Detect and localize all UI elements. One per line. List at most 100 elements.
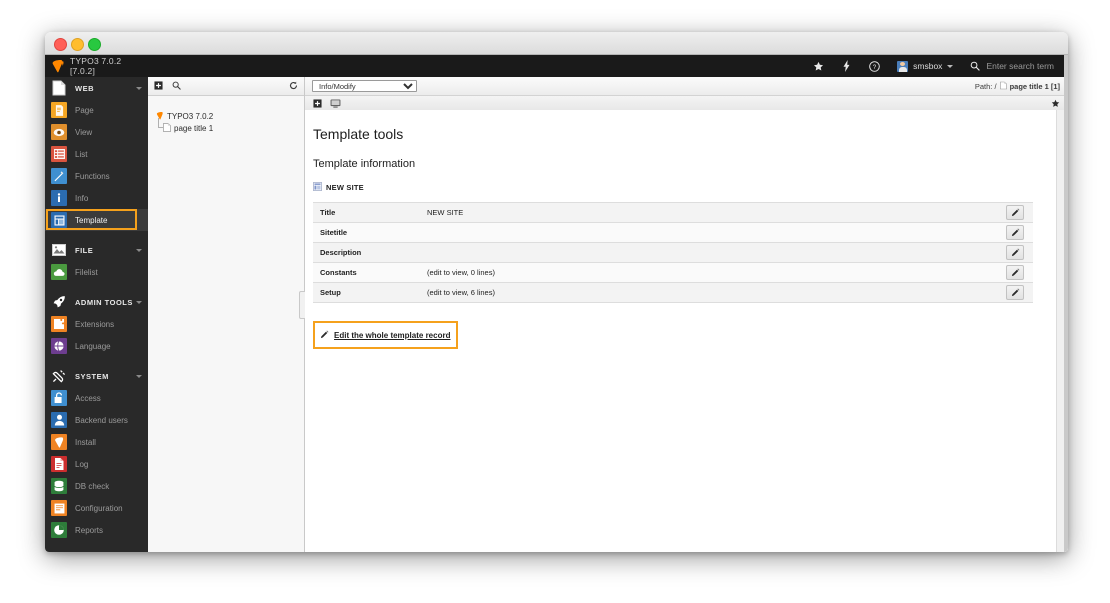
bookmarks-button[interactable] xyxy=(804,55,833,77)
pencil-icon[interactable] xyxy=(1006,245,1024,260)
search-icon xyxy=(970,61,980,71)
sidebar-item-label: Extensions xyxy=(68,320,114,329)
sidebar-item-backend-users[interactable]: Backend users xyxy=(45,409,148,431)
module-group-system[interactable]: SYSTEM xyxy=(45,365,148,387)
row-edit-cell xyxy=(997,263,1033,283)
row-label: Title xyxy=(313,203,420,223)
row-value xyxy=(420,223,997,243)
module-menu: WEB Page View xyxy=(45,77,148,552)
sidebar-item-language[interactable]: Language xyxy=(45,335,148,357)
sidebar-item-template[interactable]: Template xyxy=(45,209,148,231)
search-input[interactable]: Enter search term xyxy=(986,61,1054,71)
table-row: Setup (edit to view, 6 lines) xyxy=(313,283,1057,303)
sidebar-separator xyxy=(45,231,148,239)
page-document-icon xyxy=(50,79,68,97)
row-edit-cell xyxy=(997,283,1033,303)
chevron-down-icon xyxy=(136,301,142,304)
template-record-badge[interactable]: NEW SITE xyxy=(313,178,1057,196)
table-row: Sitetitle xyxy=(313,223,1057,243)
pencil-icon[interactable] xyxy=(1006,265,1024,280)
typo3-icon xyxy=(50,433,68,451)
user-menu-button[interactable]: smsbox xyxy=(889,55,961,77)
sidebar-item-list[interactable]: List xyxy=(45,143,148,165)
module-menu-select[interactable]: Info/Modify xyxy=(312,80,417,92)
row-label: Setup xyxy=(313,283,420,303)
edit-template-record-link[interactable]: Edit the whole template record xyxy=(313,321,458,349)
cloud-icon xyxy=(50,263,68,281)
window-right-edge xyxy=(1064,55,1068,552)
row-value xyxy=(420,243,997,263)
pencil-icon[interactable] xyxy=(1006,205,1024,220)
row-value: (edit to view, 0 lines) xyxy=(420,263,997,283)
module-group-web[interactable]: WEB xyxy=(45,77,148,99)
sidebar-item-label: View xyxy=(68,128,92,137)
new-page-icon[interactable] xyxy=(154,77,163,95)
refresh-icon[interactable] xyxy=(289,77,298,95)
typo3-logo-icon xyxy=(51,59,64,73)
lock-open-icon xyxy=(50,389,68,407)
sidebar-item-label: Backend users xyxy=(68,416,128,425)
tree-node-page[interactable]: page title 1 xyxy=(156,122,304,134)
chevron-down-icon xyxy=(136,375,142,378)
sidebar-item-page[interactable]: Page xyxy=(45,99,148,121)
question-circle-icon: ? xyxy=(869,61,880,72)
user-name: smsbox xyxy=(913,61,942,71)
template-record-label: NEW SITE xyxy=(326,183,364,192)
help-button[interactable]: ? xyxy=(860,55,889,77)
search-icon[interactable] xyxy=(172,77,181,95)
sidebar-item-configuration[interactable]: Configuration xyxy=(45,497,148,519)
path-label: Path: / xyxy=(975,82,997,91)
module-group-admin-tools[interactable]: ADMIN TOOLS xyxy=(45,291,148,313)
section-title: Template information xyxy=(313,156,1057,172)
table-row: Title NEW SITE xyxy=(313,203,1057,223)
row-edit-cell xyxy=(997,223,1033,243)
sidebar-item-access[interactable]: Access xyxy=(45,387,148,409)
lightning-icon xyxy=(842,60,851,72)
page-doc-icon xyxy=(163,123,171,134)
tree-node-label: TYPO3 7.0.2 xyxy=(164,112,213,121)
list-icon xyxy=(50,145,68,163)
sidebar-item-install[interactable]: Install xyxy=(45,431,148,453)
sidebar-item-label: Language xyxy=(68,342,111,351)
sidebar-item-extensions[interactable]: Extensions xyxy=(45,313,148,335)
sidebar-item-label: Template xyxy=(68,216,107,225)
row-tail xyxy=(1033,283,1057,303)
edit-template-record-label: Edit the whole template record xyxy=(334,331,450,340)
database-icon xyxy=(50,477,68,495)
sidebar-item-label: Reports xyxy=(68,526,103,535)
sidebar-item-label: Functions xyxy=(68,172,110,181)
template-icon xyxy=(50,211,68,229)
top-toolbar: TYPO3 7.0.2 [7.0.2] xyxy=(45,55,1068,77)
window-close-button[interactable] xyxy=(54,38,67,51)
sidebar-item-log[interactable]: Log xyxy=(45,453,148,475)
clear-cache-button[interactable] xyxy=(833,55,860,77)
breadcrumb: Path: / page title 1 [1] xyxy=(975,81,1060,92)
sidebar-item-view[interactable]: View xyxy=(45,121,148,143)
window-minimize-button[interactable] xyxy=(71,38,84,51)
row-value: NEW SITE xyxy=(420,203,997,223)
search-box[interactable]: Enter search term xyxy=(961,55,1068,77)
pencil-icon[interactable] xyxy=(1006,285,1024,300)
page-tree: TYPO3 7.0.2 page title 1 xyxy=(148,96,304,134)
sidebar-item-db-check[interactable]: DB check xyxy=(45,475,148,497)
eye-icon xyxy=(50,123,68,141)
rocket-icon xyxy=(50,293,68,311)
window-zoom-button[interactable] xyxy=(88,38,101,51)
module-group-label: SYSTEM xyxy=(68,372,136,381)
tree-node-root[interactable]: TYPO3 7.0.2 xyxy=(156,110,304,122)
wand-icon xyxy=(50,167,68,185)
browser-window: TYPO3 7.0.2 [7.0.2] xyxy=(45,32,1068,552)
typo3-backend: TYPO3 7.0.2 [7.0.2] xyxy=(45,55,1068,552)
sidebar-item-functions[interactable]: Functions xyxy=(45,165,148,187)
sidebar-item-label: Info xyxy=(68,194,88,203)
sidebar-item-info[interactable]: Info xyxy=(45,187,148,209)
sidebar-item-filelist[interactable]: Filelist xyxy=(45,261,148,283)
pencil-icon[interactable] xyxy=(1006,225,1024,240)
module-group-file[interactable]: FILE xyxy=(45,239,148,261)
typo3-logo[interactable]: TYPO3 7.0.2 [7.0.2] xyxy=(45,55,148,77)
page-tree-panel: TYPO3 7.0.2 page title 1 xyxy=(148,77,305,552)
template-info-table: Title NEW SITE Sitetitle xyxy=(313,202,1057,303)
module-group-label: ADMIN TOOLS xyxy=(68,298,136,307)
chevron-down-icon xyxy=(136,87,142,90)
sidebar-item-reports[interactable]: Reports xyxy=(45,519,148,541)
